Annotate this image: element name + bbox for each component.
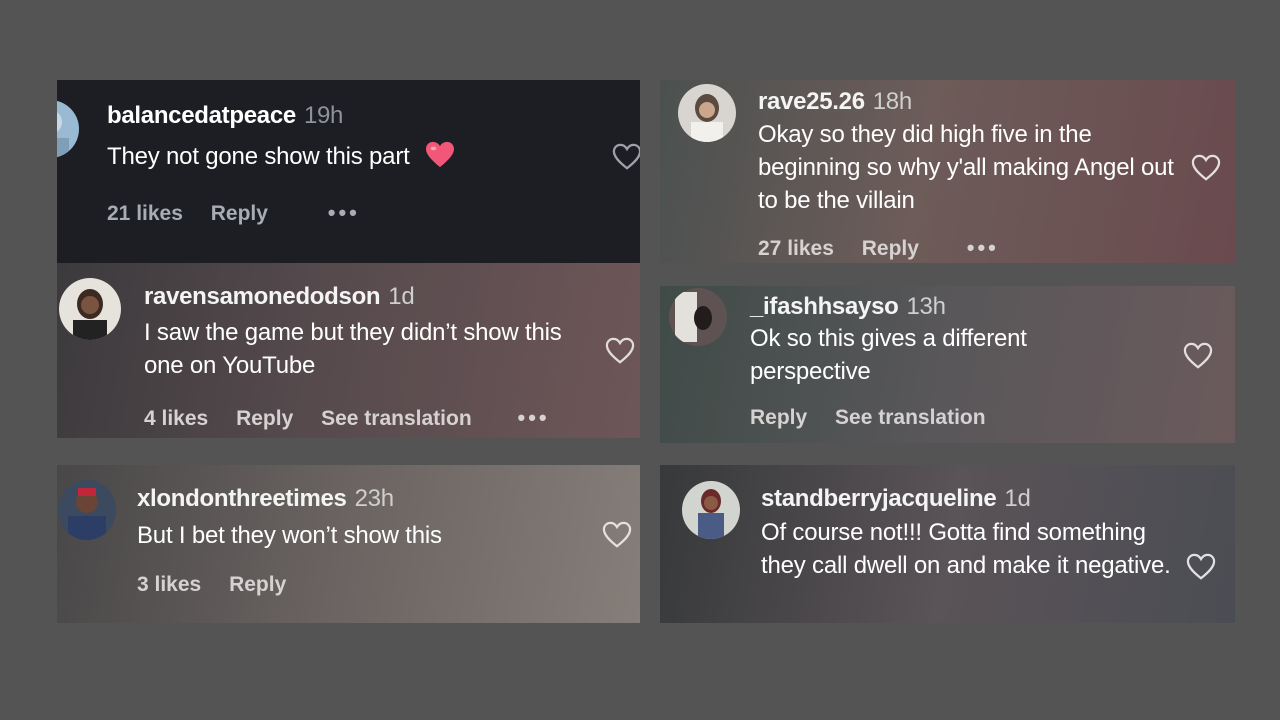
like-heart-icon[interactable]: [612, 143, 640, 171]
heart-emoji-icon: [426, 141, 455, 168]
comment-card: ravensamonedodson 1d I saw the game but t…: [57, 263, 640, 438]
avatar[interactable]: [682, 481, 740, 539]
comment-username[interactable]: ravensamonedodson 1d: [144, 283, 415, 311]
avatar[interactable]: [678, 84, 736, 142]
likes-count[interactable]: 4 likes: [144, 407, 208, 431]
comment-text: I saw the game but they didn’t show this…: [144, 319, 562, 379]
comment-time: 19h: [303, 102, 344, 129]
comment-username[interactable]: rave25.26 18h: [758, 88, 912, 116]
more-options-button[interactable]: •••: [967, 235, 999, 261]
comment-text: Okay so they did high five in the beginn…: [758, 121, 1174, 214]
comment-card: xlondonthreetimes 23h But I bet they won’…: [57, 465, 640, 623]
like-heart-icon[interactable]: [1186, 553, 1216, 581]
comment-card: rave25.26 18h Okay so they did high five …: [660, 80, 1235, 263]
reply-button[interactable]: Reply: [236, 407, 293, 431]
see-translation-button[interactable]: See translation: [321, 407, 472, 431]
comment-actions: 4 likes Reply See translation •••: [144, 405, 572, 431]
reply-button[interactable]: Reply: [211, 202, 268, 226]
avatar[interactable]: [669, 288, 727, 346]
like-heart-icon[interactable]: [1191, 154, 1221, 182]
likes-count[interactable]: 21 likes: [107, 202, 183, 226]
comment-time: 23h: [354, 485, 394, 512]
comment-username[interactable]: standberryjacqueline 1d: [761, 485, 1031, 513]
comment-card: _ifashhsayso 13h Ok so this gives a diffe…: [660, 286, 1235, 443]
reply-button[interactable]: Reply: [862, 237, 919, 261]
avatar[interactable]: [59, 278, 121, 340]
comment-username[interactable]: balancedatpeace 19h: [107, 102, 343, 130]
see-translation-button[interactable]: See translation: [835, 406, 986, 430]
like-heart-icon[interactable]: [602, 521, 632, 549]
reply-button[interactable]: Reply: [750, 406, 807, 430]
more-options-button[interactable]: •••: [328, 200, 360, 226]
likes-count[interactable]: 3 likes: [137, 573, 201, 597]
comment-time: 13h: [906, 293, 946, 320]
comment-time: 1d: [388, 283, 415, 310]
avatar[interactable]: [58, 480, 116, 540]
avatar[interactable]: [57, 100, 79, 158]
comment-username[interactable]: xlondonthreetimes 23h: [137, 485, 394, 513]
comment-actions: Reply See translation: [750, 406, 1008, 430]
comment-actions: 3 likes Reply: [137, 573, 308, 597]
more-options-button[interactable]: •••: [518, 405, 550, 431]
comment-text: But I bet they won’t show this: [137, 522, 442, 549]
comment-card: standberryjacqueline 1d Of course not!!! …: [660, 465, 1235, 623]
comment-username[interactable]: _ifashhsayso 13h: [750, 293, 946, 321]
like-heart-icon[interactable]: [605, 337, 635, 365]
comment-time: 18h: [872, 88, 912, 115]
comment-text: Ok so this gives a different perspective: [750, 325, 1027, 385]
comment-time: 1d: [1004, 485, 1031, 512]
comment-text: Of course not!!! Gotta find something th…: [761, 519, 1171, 579]
like-heart-icon[interactable]: [1183, 342, 1213, 370]
comment-actions: 27 likes Reply •••: [758, 235, 1021, 261]
reply-button[interactable]: Reply: [229, 573, 286, 597]
comment-text: They not gone show this part: [107, 140, 577, 173]
likes-count[interactable]: 27 likes: [758, 237, 834, 261]
comment-card: balancedatpeace 19h They not gone show th…: [57, 80, 640, 263]
comment-actions: 21 likes Reply •••: [107, 200, 382, 226]
